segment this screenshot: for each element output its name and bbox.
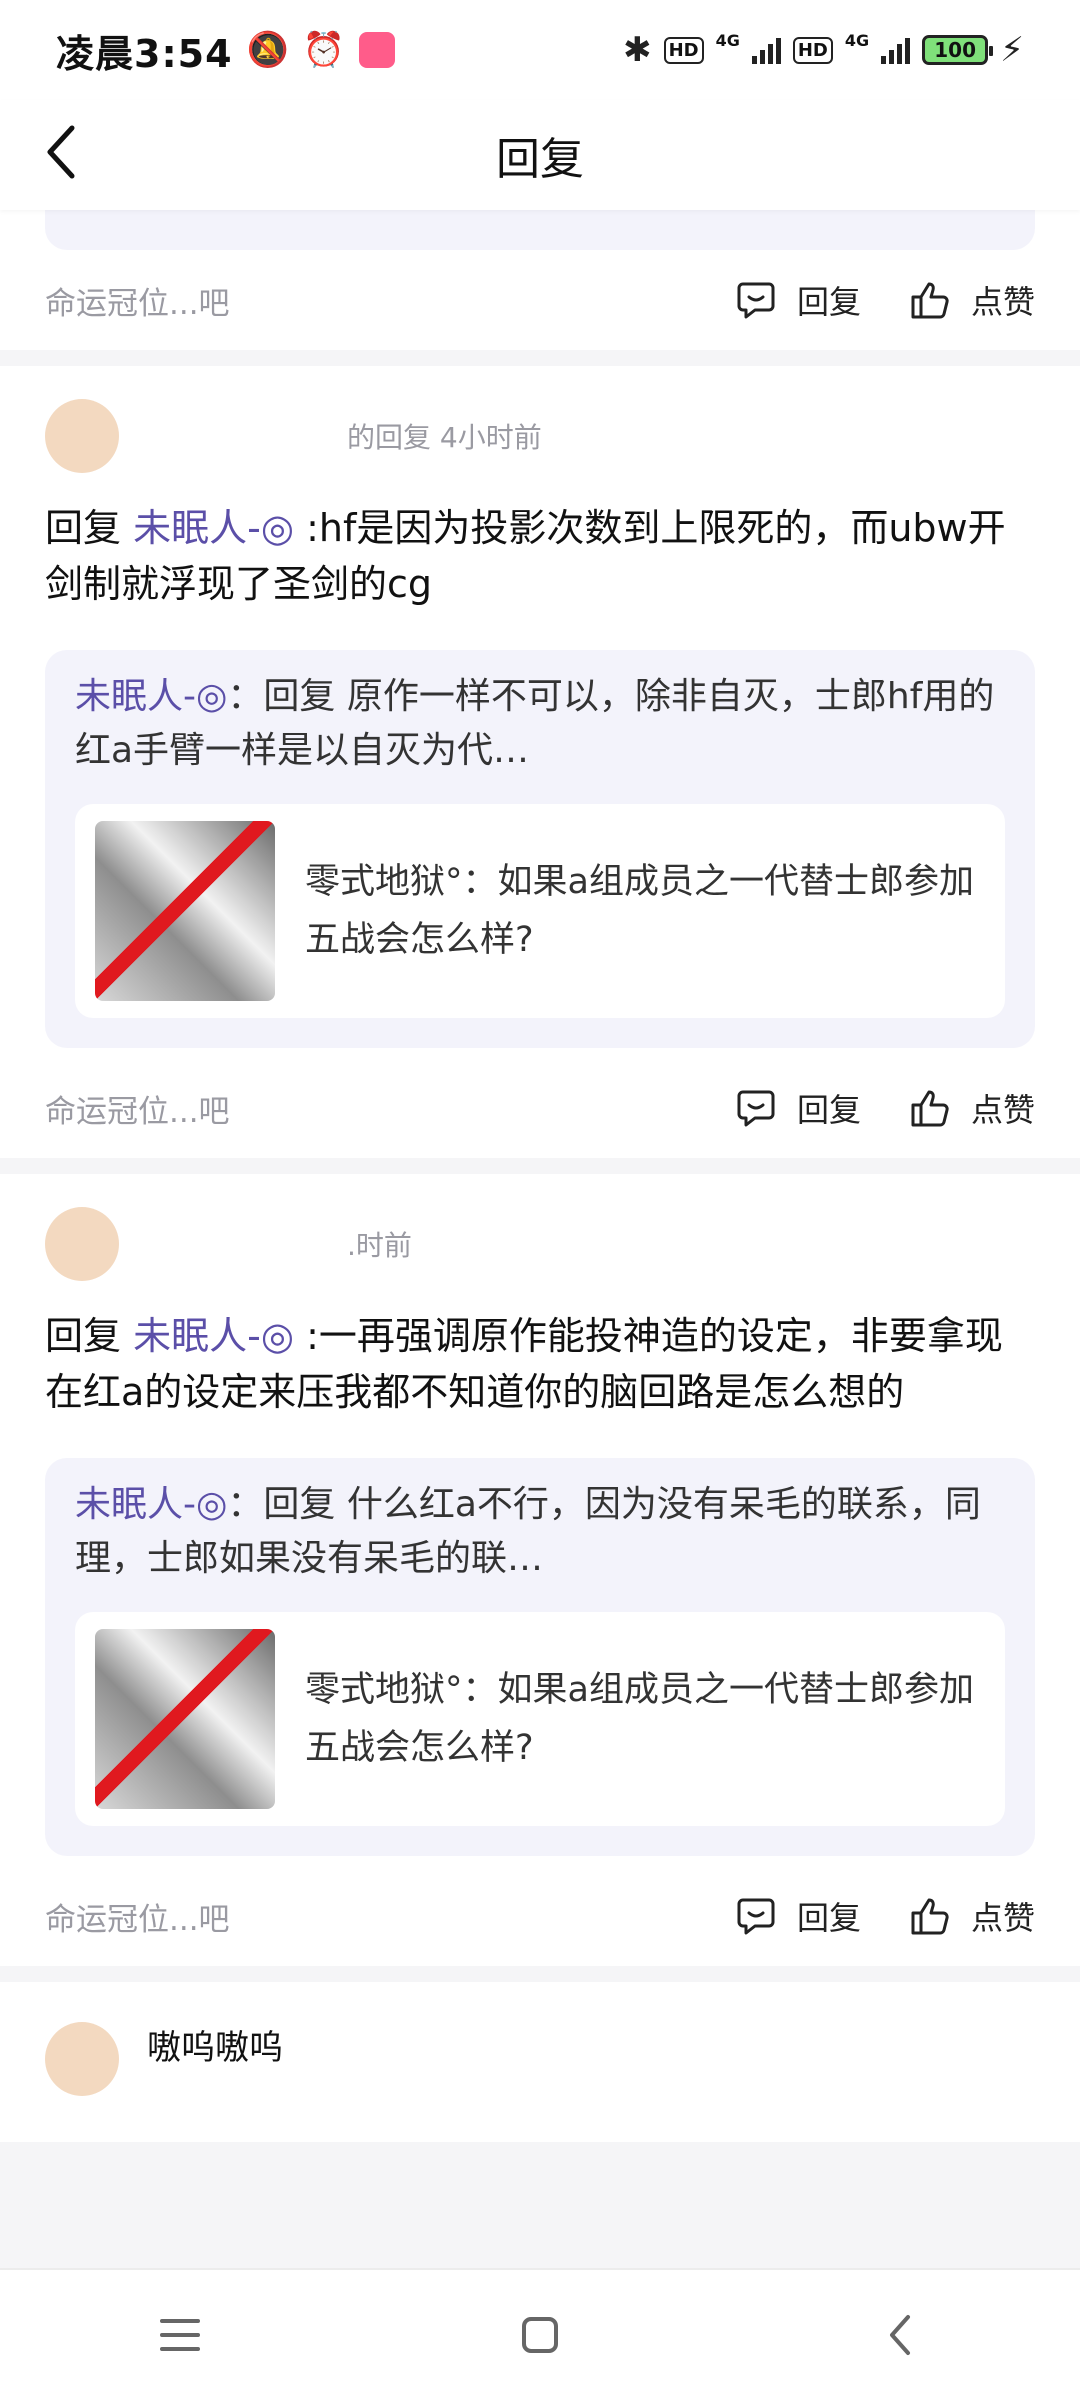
hd-badge: HD <box>792 36 833 64</box>
comment-icon <box>737 1090 775 1127</box>
signal-icon <box>751 36 781 64</box>
reply-feed[interactable]: 命运冠位...吧 回复 点赞 的回复 4小时前 回复 未眠人-◎:hf是因为投… <box>0 210 1080 2158</box>
like-button[interactable]: 点赞 <box>909 1085 1035 1131</box>
reply-label: 回复 <box>796 283 861 321</box>
quote-text: 未眠人-◎：回复 原作一样不可以，除非自灭，士郎hf用的红a手臂一样是以自灭为代… <box>75 670 1005 778</box>
reply-content[interactable]: 回复 未眠人-◎ :一再强调原作能投神造的设定，非要拿现在红a的设定来压我都不知… <box>45 1308 1035 1420</box>
thumbs-up-icon <box>911 1090 949 1127</box>
menu-icon[interactable] <box>140 2295 220 2375</box>
reply-button[interactable]: 回复 <box>735 277 861 323</box>
network-type: 4G <box>715 30 740 50</box>
app-notification-icon <box>359 32 396 68</box>
reply-label: 回复 <box>796 1091 861 1129</box>
avatar[interactable] <box>45 2022 119 2096</box>
back-arrow-icon[interactable] <box>42 122 102 188</box>
alarm-icon: ⏰ <box>302 30 346 70</box>
reply-button[interactable]: 回复 <box>735 1893 861 1939</box>
battery-icon: 100 <box>922 35 994 65</box>
status-bar: 凌晨3:54 🔕 ⏰ ✱ HD 4G HD 4G 100 ⚡ <box>0 0 1080 100</box>
forum-name[interactable]: 命运冠位...吧 <box>45 278 687 323</box>
reply-prefix: 回复 <box>45 1314 122 1358</box>
like-button[interactable]: 点赞 <box>909 1893 1035 1939</box>
system-nav-bar <box>0 2268 1080 2400</box>
like-label: 点赞 <box>970 283 1035 321</box>
reply-card: 的回复 4小时前 回复 未眠人-◎ :hf是因为投影次数到上限死的，而ubw开剑… <box>0 366 1080 1158</box>
status-time: 凌晨3:54 <box>56 31 233 76</box>
quote-box[interactable]: 未眠人-◎：回复 原作一样不可以，除非自灭，士郎hf用的红a手臂一样是以自灭为代… <box>45 650 1035 1048</box>
mention-link[interactable]: 未眠人-◎ <box>133 1314 294 1358</box>
forum-name[interactable]: 命运冠位...吧 <box>45 1894 687 1939</box>
like-button[interactable]: 点赞 <box>909 277 1035 323</box>
charging-icon: ⚡ <box>1000 30 1024 70</box>
reply-content[interactable]: 回复 未眠人-◎ :hf是因为投影次数到上限死的，而ubw开剑制就浮现了圣剑的c… <box>45 500 1035 612</box>
quote-author[interactable]: 未眠人-◎ <box>75 676 227 717</box>
comment-icon <box>737 282 775 319</box>
like-label: 点赞 <box>970 1091 1035 1129</box>
thread-thumbnail <box>95 821 275 1001</box>
thread-thumbnail <box>95 1629 275 1809</box>
reply-label: 回复 <box>796 1899 861 1937</box>
avatar[interactable] <box>45 1207 119 1281</box>
thread-title: 零式地狱°：如果a组成员之一代替士郎参加五战会怎么样? <box>305 1670 974 1768</box>
back-icon[interactable] <box>860 2295 940 2375</box>
author-name[interactable]: 嗷呜嗷呜 <box>147 2020 283 2069</box>
thread-link[interactable]: 零式地狱°：如果a组成员之一代替士郎参加五战会怎么样? <box>75 1612 1005 1826</box>
thumbs-up-icon <box>911 282 949 319</box>
home-icon[interactable] <box>500 2295 580 2375</box>
reply-card: 命运冠位...吧 回复 点赞 <box>0 210 1080 350</box>
reply-meta: .时前 <box>347 1229 412 1262</box>
reply-meta: 的回复 4小时前 <box>347 421 542 454</box>
quote-author[interactable]: 未眠人-◎ <box>75 1484 227 1525</box>
bluetooth-icon: ✱ <box>623 30 652 70</box>
reply-card: .时前 回复 未眠人-◎ :一再强调原作能投神造的设定，非要拿现在红a的设定来压… <box>0 1174 1080 1966</box>
hd-badge: HD <box>663 36 704 64</box>
thread-link[interactable]: 零式地狱°：如果a组成员之一代替士郎参加五战会怎么样? <box>75 804 1005 1018</box>
header: 回复 <box>0 100 1080 210</box>
forum-name[interactable]: 命运冠位...吧 <box>45 1086 687 1131</box>
network-type: 4G <box>844 30 870 50</box>
page-title: 回复 <box>496 134 584 185</box>
like-label: 点赞 <box>970 1899 1035 1937</box>
reply-prefix: 回复 <box>45 506 122 550</box>
reply-card: 嗷呜嗷呜 <box>0 1982 1080 2142</box>
quote-text: 未眠人-◎：回复 什么红a不行，因为没有呆毛的联系，同理，士郎如果没有呆毛的联… <box>75 1478 1005 1586</box>
mute-icon: 🔕 <box>246 30 289 70</box>
mention-link[interactable]: 未眠人-◎ <box>133 506 294 550</box>
reply-button[interactable]: 回复 <box>735 1085 861 1131</box>
thread-title: 零式地狱°：如果a组成员之一代替士郎参加五战会怎么样? <box>305 862 974 960</box>
quote-box[interactable]: 未眠人-◎：回复 什么红a不行，因为没有呆毛的联系，同理，士郎如果没有呆毛的联…… <box>45 1458 1035 1856</box>
thumbs-up-icon <box>911 1898 949 1935</box>
comment-icon <box>737 1898 775 1935</box>
avatar[interactable] <box>45 399 119 473</box>
quote-box[interactable] <box>45 210 1035 250</box>
signal-icon <box>881 36 911 64</box>
